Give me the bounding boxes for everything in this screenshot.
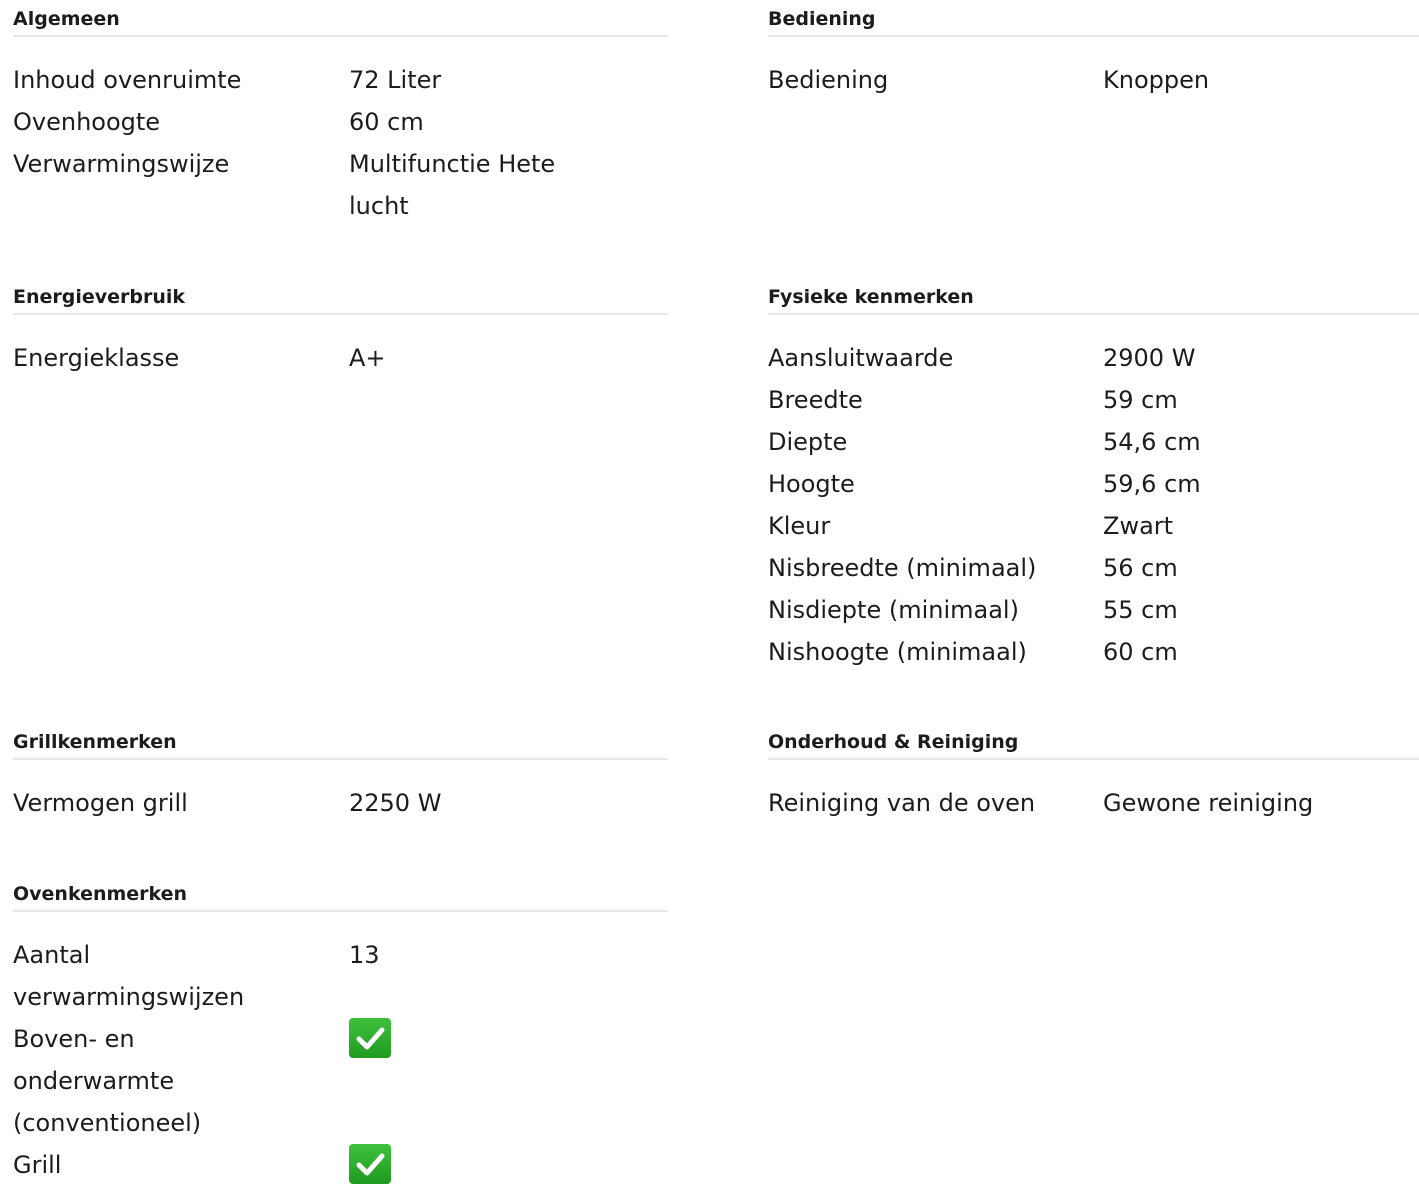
section-title: Energieverbruik <box>13 278 668 315</box>
spec-row: Vermogen grill 2250 W <box>13 782 668 824</box>
spec-row: Reiniging van de oven Gewone reiniging <box>768 782 1419 824</box>
spec-value: 13 <box>349 941 380 969</box>
spec-row: Hoogte 59,6 cm <box>768 463 1419 505</box>
spec-row: Nishoogte (minimaal) 60 cm <box>768 631 1419 673</box>
spec-row: Kleur Zwart <box>768 505 1419 547</box>
spec-value <box>349 1144 579 1186</box>
spec-label: Energieklasse <box>13 344 180 372</box>
spec-value <box>349 1018 579 1144</box>
spec-value: 2250 W <box>349 789 442 817</box>
spec-value: Zwart <box>1103 512 1174 540</box>
check-icon <box>349 1018 391 1058</box>
spec-label: Diepte <box>768 428 848 456</box>
spec-value: A+ <box>349 344 386 372</box>
spec-row: Diepte 54,6 cm <box>768 421 1419 463</box>
section-title: Fysieke kenmerken <box>768 278 1419 315</box>
spec-row: Bediening Knoppen <box>768 59 1419 101</box>
spec-label: Grill <box>13 1151 62 1179</box>
spec-label: Inhoud ovenruimte <box>13 66 242 94</box>
spec-label: Hoogte <box>768 470 855 498</box>
spec-row: Nisdiepte (minimaal) 55 cm <box>768 589 1419 631</box>
spec-row: Grill <box>13 1144 668 1186</box>
spec-value: 56 cm <box>1103 554 1178 582</box>
spec-label: Aantal verwarmingswijzen <box>13 941 245 1011</box>
spec-row: Breedte 59 cm <box>768 379 1419 421</box>
spec-label: Kleur <box>768 512 831 540</box>
spec-label: Ovenhoogte <box>13 108 161 136</box>
spec-value: 55 cm <box>1103 596 1178 624</box>
spec-label: Boven- en onderwarmte (conventioneel) <box>13 1025 202 1137</box>
spec-value: 60 cm <box>349 108 424 136</box>
section-fysieke-kenmerken: Fysieke kenmerken Aansluitwaarde 2900 W … <box>768 278 1419 673</box>
spec-value: Knoppen <box>1103 66 1210 94</box>
section-algemeen: Algemeen Inhoud ovenruimte 72 Liter Oven… <box>13 0 668 227</box>
spec-value: 59,6 cm <box>1103 470 1201 498</box>
section-title: Onderhoud & Reiniging <box>768 723 1419 760</box>
section-onderhoud-reiniging: Onderhoud & Reiniging Reiniging van de o… <box>768 723 1419 824</box>
spec-value: 2900 W <box>1103 344 1196 372</box>
spec-label: Nisdiepte (minimaal) <box>768 596 1019 624</box>
spec-value: 59 cm <box>1103 386 1178 414</box>
section-title: Algemeen <box>13 0 668 37</box>
section-title: Ovenkenmerken <box>13 875 668 912</box>
spec-label: Aansluitwaarde <box>768 344 954 372</box>
spec-label: Reiniging van de oven <box>768 789 1036 817</box>
section-title: Bediening <box>768 0 1419 37</box>
section-energieverbruik: Energieverbruik Energieklasse A+ <box>13 278 668 379</box>
spec-value: 54,6 cm <box>1103 428 1201 456</box>
spec-value: 60 cm <box>1103 638 1178 666</box>
section-ovenkenmerken: Ovenkenmerken Aantal verwarmingswijzen 1… <box>13 875 668 1186</box>
spec-row: Inhoud ovenruimte 72 Liter <box>13 59 668 101</box>
spec-row: Aantal verwarmingswijzen 13 <box>13 934 668 1018</box>
spec-value: Multifunctie Hete lucht <box>349 150 556 220</box>
check-icon <box>349 1144 391 1184</box>
spec-row: Ovenhoogte 60 cm <box>13 101 668 143</box>
spec-value: 72 Liter <box>349 66 442 94</box>
spec-value: Gewone reiniging <box>1103 789 1314 817</box>
spec-row: Aansluitwaarde 2900 W <box>768 337 1419 379</box>
spec-label: Nishoogte (minimaal) <box>768 638 1027 666</box>
spec-row: Nisbreedte (minimaal) 56 cm <box>768 547 1419 589</box>
section-bediening: Bediening Bediening Knoppen <box>768 0 1419 101</box>
spec-label: Bediening <box>768 66 889 94</box>
spec-row: Energieklasse A+ <box>13 337 668 379</box>
section-title: Grillkenmerken <box>13 723 668 760</box>
spec-row: Verwarmingswijze Multifunctie Hete lucht <box>13 143 668 227</box>
spec-label: Verwarmingswijze <box>13 150 230 178</box>
spec-row: Boven- en onderwarmte (conventioneel) <box>13 1018 668 1144</box>
spec-label: Breedte <box>768 386 863 414</box>
spec-label: Vermogen grill <box>13 789 188 817</box>
section-grillkenmerken: Grillkenmerken Vermogen grill 2250 W <box>13 723 668 824</box>
spec-label: Nisbreedte (minimaal) <box>768 554 1037 582</box>
